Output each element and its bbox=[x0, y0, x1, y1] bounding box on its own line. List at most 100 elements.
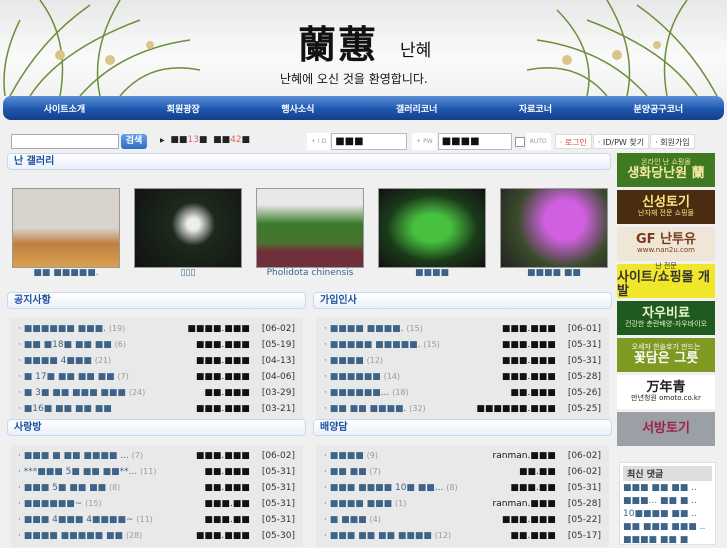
board-header-greetings[interactable]: 가입인사 bbox=[313, 292, 612, 309]
list-item[interactable]: · ■ 17■ ■■ ■■ ■■ (7) ■■■.■■■ [04-06] bbox=[10, 369, 303, 385]
post-title[interactable]: ■■■■■ ■■■■■. bbox=[330, 340, 421, 350]
list-item[interactable]: · ■■■■ 4■■■ (21) ■■■.■■■ [04-13] bbox=[10, 353, 303, 369]
ad-banner[interactable]: 온라인 난 쇼핑몰 생화당난원 蘭 bbox=[617, 153, 715, 187]
list-item[interactable]: · ■ ■■■ (4) ■■■.■■■ [05-22] bbox=[316, 512, 609, 528]
post-title-wrap[interactable]: · ■ 17■ ■■ ■■ ■■ (7) bbox=[18, 372, 196, 382]
post-title[interactable]: ■■■■■■~ bbox=[24, 499, 83, 509]
post-title[interactable]: ***■■■ 5■ ■■ ■■**... bbox=[24, 467, 137, 477]
list-item[interactable]: · ■■■■ (9) ranman.■■■ [06-02] bbox=[316, 448, 609, 464]
gallery-thumb[interactable] bbox=[500, 188, 608, 268]
post-title[interactable]: ■■■■■■ bbox=[330, 372, 381, 382]
ad-banner[interactable]: 서방토기 bbox=[617, 412, 715, 446]
post-title[interactable]: ■■■ 4■■■ 4■■■■~ bbox=[24, 515, 134, 525]
nav-site-intro[interactable]: 사이트소개 bbox=[44, 102, 85, 115]
post-title-wrap[interactable]: · ■■■■ ■■■■■ ■■ (28) bbox=[18, 531, 196, 541]
find-idpw-button[interactable]: · ID/PW 찾기 bbox=[592, 134, 650, 149]
ad-banner[interactable]: 난 전문 사이트/쇼핑몰 개발 bbox=[617, 262, 715, 298]
gallery-caption[interactable]: ■■■■ bbox=[378, 268, 486, 278]
post-title[interactable]: ■■■■ bbox=[330, 451, 364, 461]
post-title-wrap[interactable]: · ■■■ 4■■■ 4■■■■~ (11) bbox=[18, 515, 204, 525]
recent-comment-item[interactable]: ■■■... ■■ ■ .. bbox=[620, 496, 715, 509]
gallery-thumb[interactable] bbox=[134, 188, 242, 268]
post-title[interactable]: ■■■ ■■■■ 10■ ■■... bbox=[330, 483, 444, 493]
board-header-cultivation[interactable]: 배양담 bbox=[313, 419, 612, 436]
post-title[interactable]: ■ 3■ ■■ ■■■ ■■■ bbox=[24, 388, 126, 398]
recent-comment-item[interactable]: ■■■ ■■ ■■ .. bbox=[620, 483, 715, 496]
list-item[interactable]: · ***■■■ 5■ ■■ ■■**... (11) ■■.■■■ [05-31] bbox=[10, 464, 303, 480]
gallery-caption[interactable]: Pholidota chinensis bbox=[256, 268, 364, 278]
gallery-thumb[interactable] bbox=[256, 188, 364, 268]
list-item[interactable]: · ■■ ■■ ■■■■. (32) ■■■■■■.■■■ [05-25] bbox=[316, 401, 609, 417]
board-header-lounge[interactable]: 사랑방 bbox=[7, 419, 306, 436]
post-title-wrap[interactable]: · ■■ ■18■ ■■ ■■ (6) bbox=[18, 340, 196, 350]
id-field[interactable]: ■■■ bbox=[331, 133, 408, 150]
post-title-wrap[interactable]: · ■■■■■ ■■■■■. (15) bbox=[324, 340, 502, 350]
search-input[interactable] bbox=[11, 134, 119, 149]
list-item[interactable]: · ■■■ ■■ ■■ ■■■■ (12) ■■.■■■ [05-17] bbox=[316, 528, 609, 544]
list-item[interactable]: · ■■■■ ■■■■. (15) ■■■.■■■ [06-01] bbox=[316, 321, 609, 337]
post-title[interactable]: ■■■■■■... bbox=[330, 388, 390, 398]
post-title[interactable]: ■■ ■■ ■■■■. bbox=[330, 404, 407, 414]
post-title[interactable]: ■■ ■18■ ■■ ■■ bbox=[24, 340, 112, 350]
gallery-thumb[interactable] bbox=[12, 188, 120, 268]
list-item[interactable]: · ■■■ 4■■■ 4■■■■~ (11) ■■■.■■ [05-31] bbox=[10, 512, 303, 528]
list-item[interactable]: · ■ 3■ ■■ ■■■ ■■■ (24) ■■.■■■ [03-29] bbox=[10, 385, 303, 401]
list-item[interactable]: · ■■■■ ■■■ (1) ranman.■■■ [05-28] bbox=[316, 496, 609, 512]
list-item[interactable]: · ■■ ■■ (7) ■■.■■ [06-02] bbox=[316, 464, 609, 480]
post-title-wrap[interactable]: · ■■■■ 4■■■ (21) bbox=[18, 356, 196, 366]
post-title[interactable]: ■■■ 5■ ■■ ■■ bbox=[24, 483, 106, 493]
post-title[interactable]: ■■■ ■ ■■ ■■■■ ... bbox=[24, 451, 129, 461]
pw-field[interactable]: ■■■■ bbox=[437, 133, 512, 150]
ad-banner[interactable]: 신성토기 난자재 전문 쇼핑몰 bbox=[617, 190, 715, 224]
post-title-wrap[interactable]: · ■■ ■■ (7) bbox=[324, 467, 519, 477]
post-title-wrap[interactable]: · ■■ ■■ ■■■■. (32) bbox=[324, 404, 476, 414]
auto-login-checkbox[interactable] bbox=[514, 136, 525, 147]
recent-comment-item[interactable]: ■■■■ ■■ ■ bbox=[620, 535, 715, 548]
post-title[interactable]: ■■■■ ■■■■■ ■■ bbox=[24, 531, 123, 541]
post-title-wrap[interactable]: · ■■■ ■■■■ 10■ ■■... (8) bbox=[324, 483, 510, 493]
post-title-wrap[interactable]: · ■■■■■■ ■■■. (19) bbox=[18, 324, 187, 334]
list-item[interactable]: · ■16■ ■■ ■■ ■■ ■■■.■■■ [03-21] bbox=[10, 401, 303, 417]
board-header-notice[interactable]: 공지사항 bbox=[7, 292, 306, 309]
nav-members[interactable]: 회원광장 bbox=[167, 102, 200, 115]
post-title[interactable]: ■ 17■ ■■ ■■ ■■ bbox=[24, 372, 115, 382]
post-title[interactable]: ■■■■ ■■■ bbox=[330, 499, 392, 509]
post-title[interactable]: ■■■■ ■■■■. bbox=[330, 324, 404, 334]
ad-banner[interactable]: 万年青 만년청원 omoto.co.kr bbox=[617, 375, 715, 409]
logo-hanja[interactable]: 蘭蕙 bbox=[298, 14, 378, 69]
list-item[interactable]: · ■■■■■ ■■■■■. (15) ■■■.■■■ [05-31] bbox=[316, 337, 609, 353]
post-title[interactable]: ■ ■■■ bbox=[330, 515, 367, 525]
join-button[interactable]: · 회원가입 bbox=[650, 134, 695, 149]
ad-banner[interactable]: GF 난투유 www.nan2u.com bbox=[617, 227, 715, 261]
gallery-header[interactable]: 난 갤러리 bbox=[7, 153, 611, 170]
post-title[interactable]: ■■■■ bbox=[330, 356, 364, 366]
post-title-wrap[interactable]: · ■■■■ (12) bbox=[324, 356, 502, 366]
ad-banner[interactable]: 자우비료 건강한 춘란배양-자우바이오 bbox=[617, 301, 715, 335]
post-title-wrap[interactable]: · ***■■■ 5■ ■■ ■■**... (11) bbox=[18, 467, 204, 477]
post-title[interactable]: ■■ ■■ bbox=[330, 467, 367, 477]
login-button[interactable]: · 로그인 bbox=[554, 134, 592, 149]
list-item[interactable]: · ■■■■ ■■■■■ ■■ (28) ■■■.■■■ [05-30] bbox=[10, 528, 303, 544]
post-title-wrap[interactable]: · ■■■■■■... (18) bbox=[324, 388, 510, 398]
list-item[interactable]: · ■■ ■18■ ■■ ■■ (6) ■■■.■■■ [05-19] bbox=[10, 337, 303, 353]
list-item[interactable]: · ■■■■■■~ (15) ■■■.■■ [05-31] bbox=[10, 496, 303, 512]
list-item[interactable]: · ■■■■■■... (18) ■■.■■■ [05-26] bbox=[316, 385, 609, 401]
nav-gallery[interactable]: 갤러리코너 bbox=[396, 102, 437, 115]
recent-comment-item[interactable]: 10■■■■ ■■ .. bbox=[620, 509, 715, 522]
nav-sales[interactable]: 분양공구코너 bbox=[634, 102, 684, 115]
post-title-wrap[interactable]: · ■■■■ (9) bbox=[324, 451, 493, 461]
list-item[interactable]: · ■■■■ (12) ■■■.■■■ [05-31] bbox=[316, 353, 609, 369]
post-title-wrap[interactable]: · ■ ■■■ (4) bbox=[324, 515, 502, 525]
gallery-caption[interactable]: ■■ ■■■■■. bbox=[12, 268, 120, 278]
post-title-wrap[interactable]: · ■■■■■■ (14) bbox=[324, 372, 502, 382]
post-title[interactable]: ■16■ ■■ ■■ ■■ bbox=[24, 404, 112, 414]
list-item[interactable]: · ■■■ ■ ■■ ■■■■ ... (7) ■■■.■■■ [06-02] bbox=[10, 448, 303, 464]
list-item[interactable]: · ■■■■■■ (14) ■■■.■■■ [05-28] bbox=[316, 369, 609, 385]
post-title[interactable]: ■■■■■■ ■■■. bbox=[24, 324, 106, 334]
list-item[interactable]: · ■■■ ■■■■ 10■ ■■... (8) ■■■.■■ [05-31] bbox=[316, 480, 609, 496]
post-title-wrap[interactable]: · ■ 3■ ■■ ■■■ ■■■ (24) bbox=[18, 388, 204, 398]
recent-comment-item[interactable]: ■■ ■■■ ■■■ .. bbox=[620, 522, 715, 535]
gallery-caption[interactable]: ■■■■ ■■ bbox=[500, 268, 608, 278]
list-item[interactable]: · ■■■■■■ ■■■. (19) ■■■■.■■■ [06-02] bbox=[10, 321, 303, 337]
post-title-wrap[interactable]: · ■16■ ■■ ■■ ■■ bbox=[18, 404, 196, 414]
